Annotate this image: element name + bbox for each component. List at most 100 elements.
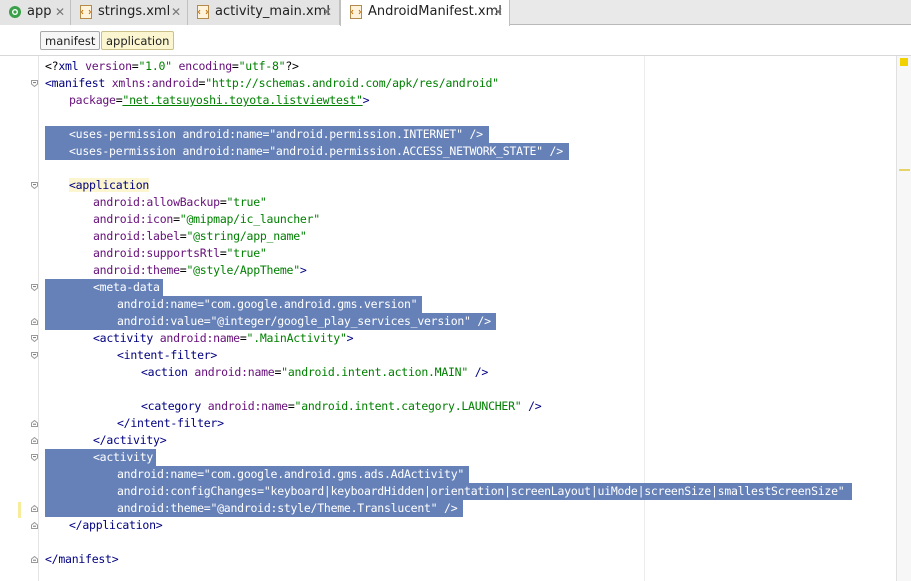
code-line[interactable]: android:theme="@android:style/Theme.Tran… — [117, 500, 458, 517]
code-line[interactable]: <application — [69, 177, 149, 194]
code-line[interactable]: </intent-filter> — [117, 415, 224, 432]
code-line[interactable]: <manifest xmlns:android="http://schemas.… — [45, 75, 499, 92]
code-line[interactable]: package="net.tatsuyoshi.toyota.listviewt… — [69, 92, 370, 109]
code-token: </intent-filter> — [117, 416, 224, 430]
code-token: "android.intent.category.LAUNCHER" — [294, 399, 522, 413]
close-icon[interactable]: ✕ — [322, 5, 332, 19]
layout-file-icon — [197, 5, 209, 19]
code-token: <meta-data — [93, 280, 160, 294]
tab-label: AndroidManifest.xml — [368, 4, 502, 19]
code-token: android:allowBackup — [93, 195, 220, 209]
code-token: /> — [521, 399, 542, 413]
code-token: /> — [437, 501, 458, 515]
editor-tab-bar: app ✕ strings.xml ✕ activity_main.xml ✕ … — [0, 0, 911, 26]
code-token: <application — [69, 178, 150, 192]
code-line[interactable]: <action android:name="android.intent.act… — [141, 364, 488, 381]
code-token: "net.tatsuyoshi.toyota.listviewtest" — [122, 93, 363, 107]
code-token: "@string/app_name" — [186, 229, 307, 243]
code-token: <? — [45, 59, 59, 73]
tab-label: activity_main.xml — [215, 4, 331, 19]
code-token: <uses-permission — [69, 127, 183, 141]
code-token: <category — [141, 399, 208, 413]
code-token: android:label — [93, 229, 180, 243]
code-token: android:value — [117, 314, 204, 328]
code-line[interactable]: <uses-permission android:name="android.p… — [69, 126, 483, 143]
code-token: /> — [542, 144, 564, 158]
code-line[interactable]: </activity> — [93, 432, 167, 449]
code-line[interactable]: android:name="com.google.android.gms.ver… — [117, 296, 418, 313]
android-module-icon — [9, 6, 21, 18]
tab-androidmanifest-xml[interactable]: AndroidManifest.xml ✕ — [340, 0, 510, 26]
code-line[interactable]: android:label="@string/app_name" — [93, 228, 307, 245]
code-token: > — [346, 331, 354, 345]
code-token: /> — [468, 365, 489, 379]
close-icon[interactable]: ✕ — [55, 5, 65, 19]
code-line[interactable]: </manifest> — [45, 551, 119, 568]
tab-strings-xml[interactable]: strings.xml ✕ — [71, 0, 188, 25]
code-token: "com.google.android.gms.ads.AdActivity" — [203, 467, 465, 481]
breadcrumb-application[interactable]: application — [101, 31, 175, 50]
code-line[interactable]: <uses-permission android:name="android.p… — [69, 143, 563, 160]
code-token: = — [197, 467, 204, 481]
code-line[interactable]: android:icon="@mipmap/ic_launcher" — [93, 211, 320, 228]
code-line[interactable]: android:theme="@style/AppTheme"> — [93, 262, 307, 279]
code-line[interactable]: </application> — [69, 517, 163, 534]
code-token: "utf-8" — [238, 59, 286, 73]
code-line[interactable]: android:allowBackup="true" — [93, 194, 267, 211]
code-line[interactable]: <category android:name="android.intent.c… — [141, 398, 542, 415]
code-token: = — [219, 246, 227, 260]
breadcrumb-manifest[interactable]: manifest — [40, 31, 101, 50]
code-token: "true" — [226, 195, 267, 209]
code-token: package — [69, 93, 116, 107]
code-token: xml — [58, 59, 86, 73]
code-token: = — [219, 195, 227, 209]
code-token: android:icon — [93, 212, 174, 226]
code-line[interactable]: android:supportsRtl="true" — [93, 245, 267, 262]
code-line[interactable]: <activity android:name=".MainActivity"> — [93, 330, 354, 347]
code-token: <activity — [93, 331, 160, 345]
code-token: = — [173, 212, 180, 226]
tab-app[interactable]: app ✕ — [0, 0, 71, 25]
xml-file-icon — [80, 5, 92, 19]
code-token: android:name — [194, 365, 275, 379]
code-token: "@style/AppTheme" — [186, 263, 300, 277]
code-token: "@integer/google_play_services_version" — [210, 314, 471, 328]
close-icon[interactable]: ✕ — [171, 5, 181, 19]
code-line[interactable]: android:name="com.google.android.gms.ads… — [117, 466, 464, 483]
code-token: "android.permission.ACCESS_NETWORK_STATE… — [269, 144, 543, 158]
error-stripe[interactable] — [896, 56, 911, 581]
analysis-status-icon[interactable] — [900, 58, 908, 66]
code-line[interactable]: <meta-data — [93, 279, 160, 296]
code-token: > — [362, 93, 370, 107]
code-editor[interactable]: <?xml version="1.0" encoding="utf-8"?> <m… — [0, 56, 896, 581]
code-token: <uses-permission — [69, 144, 183, 158]
tab-label: strings.xml — [98, 4, 171, 19]
code-token: "true" — [226, 246, 267, 260]
close-icon[interactable]: ✕ — [493, 5, 503, 19]
code-line[interactable]: <activity — [93, 449, 153, 466]
code-token: "android.permission.INTERNET" — [269, 127, 463, 141]
code-line[interactable]: <?xml version="1.0" encoding="utf-8"?> — [45, 58, 299, 75]
code-token: "1.0" — [138, 59, 172, 73]
breadcrumb: manifest application — [0, 26, 911, 56]
code-token: android:theme — [117, 501, 204, 515]
warning-marker[interactable] — [899, 169, 910, 171]
code-line[interactable]: <intent-filter> — [117, 347, 217, 364]
code-token: </application> — [69, 518, 163, 532]
code-token: <action — [141, 365, 195, 379]
code-token: "@mipmap/ic_launcher" — [179, 212, 320, 226]
code-token: android:name — [117, 467, 198, 481]
code-token: ".MainActivity" — [246, 331, 347, 345]
code-token: = — [287, 399, 295, 413]
tab-activity-main-xml[interactable]: activity_main.xml ✕ — [188, 0, 340, 25]
code-line[interactable]: android:value="@integer/google_play_serv… — [117, 313, 491, 330]
code-line[interactable]: android:configChanges="keyboard|keyboard… — [117, 483, 845, 500]
code-token: android:name — [182, 127, 263, 141]
code-token: android:name — [117, 297, 198, 311]
manifest-file-icon — [350, 5, 362, 19]
code-token: android:theme — [93, 263, 180, 277]
code-token: android:name — [207, 399, 288, 413]
code-token: android:name — [159, 331, 240, 345]
code-token: <manifest — [45, 76, 112, 90]
code-token: "@android:style/Theme.Translucent" — [210, 501, 438, 515]
